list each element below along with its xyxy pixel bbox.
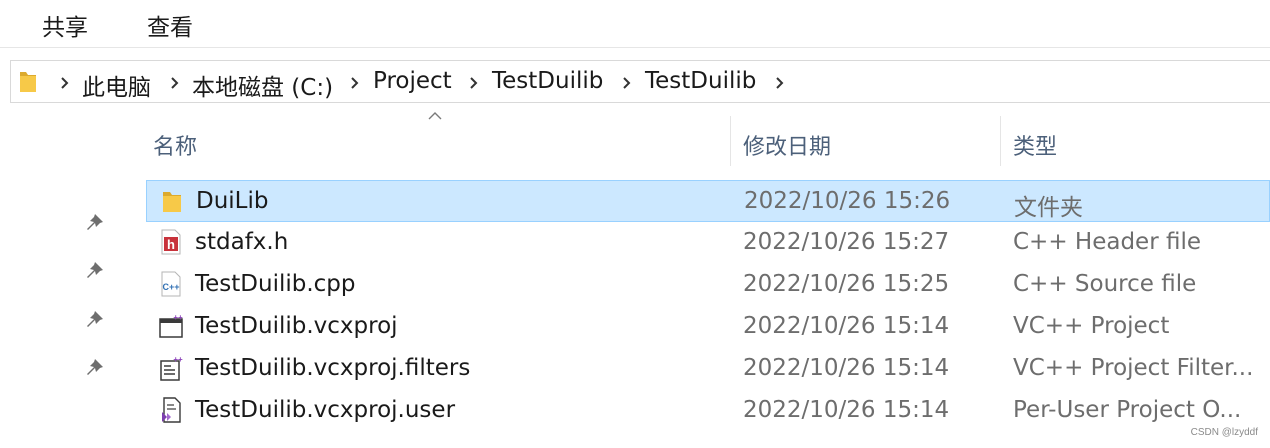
file-row-testduilib-vcxproj-filters[interactable]: ++ TestDuilib.vcxproj.filters 2022/10/26… xyxy=(146,348,1270,390)
breadcrumb-testduilib-parent[interactable]: TestDuilib xyxy=(492,68,603,94)
chevron-right-icon[interactable] xyxy=(622,76,631,90)
file-name: TestDuilib.vcxproj xyxy=(195,313,398,339)
pin-icon[interactable] xyxy=(84,209,106,231)
file-name: stdafx.h xyxy=(195,229,289,255)
file-name: TestDuilib.vcxproj.user xyxy=(195,397,456,423)
filters-file-icon: ++ xyxy=(160,355,183,381)
file-type: C++ Header file xyxy=(1013,229,1201,255)
file-row-testduilib-cpp[interactable]: C++ TestDuilib.cpp 2022/10/26 15:25 C++ … xyxy=(146,264,1270,306)
column-header-date[interactable]: 修改日期 xyxy=(743,129,831,161)
file-name: DuiLib xyxy=(196,188,269,214)
file-date: 2022/10/26 15:14 xyxy=(743,355,950,381)
sort-ascending-icon xyxy=(428,112,442,120)
address-bar[interactable]: 此电脑 本地磁盘 (C:) Project TestDuilib TestDui… xyxy=(10,60,1270,103)
breadcrumb-project[interactable]: Project xyxy=(373,68,452,94)
column-header-name[interactable]: 名称 xyxy=(153,129,197,161)
pin-icon[interactable] xyxy=(84,354,106,376)
column-divider[interactable] xyxy=(1000,116,1001,166)
file-type: C++ Source file xyxy=(1013,271,1197,297)
ribbon-tab-share[interactable]: 共享 xyxy=(42,8,88,42)
file-date: 2022/10/26 15:25 xyxy=(743,271,950,297)
svg-text:C++: C++ xyxy=(162,282,179,292)
chevron-right-icon[interactable] xyxy=(60,76,69,90)
pin-icon[interactable] xyxy=(84,257,106,279)
breadcrumb-local-disk[interactable]: 本地磁盘 (C:) xyxy=(192,68,333,102)
vcxproj-file-icon: ++ xyxy=(159,313,183,338)
file-row-stdafx-h[interactable]: h stdafx.h 2022/10/26 15:27 C++ Header f… xyxy=(146,222,1270,264)
breadcrumb-this-pc[interactable]: 此电脑 xyxy=(82,68,151,102)
svg-text:++: ++ xyxy=(173,313,183,322)
file-name: TestDuilib.cpp xyxy=(195,271,356,297)
folder-icon xyxy=(20,72,36,92)
folder-icon xyxy=(163,192,181,212)
breadcrumb-testduilib-current[interactable]: TestDuilib xyxy=(645,68,756,94)
chevron-right-icon[interactable] xyxy=(469,76,478,90)
file-row-duilib[interactable]: DuiLib 2022/10/26 15:26 文件夹 xyxy=(146,180,1270,222)
ribbon-divider xyxy=(0,47,1270,48)
file-date: 2022/10/26 15:14 xyxy=(743,397,950,423)
pin-icon[interactable] xyxy=(84,306,106,328)
file-type: Per-User Project O... xyxy=(1013,397,1242,423)
file-date: 2022/10/26 15:27 xyxy=(743,229,950,255)
ribbon-tab-view[interactable]: 查看 xyxy=(147,8,193,42)
file-type: 文件夹 xyxy=(1014,195,1083,221)
user-file-icon xyxy=(162,397,181,423)
chevron-right-icon[interactable] xyxy=(170,76,179,90)
file-type: VC++ Project Filter... xyxy=(1013,355,1254,381)
file-name: TestDuilib.vcxproj.filters xyxy=(195,355,471,381)
header-file-icon: h xyxy=(161,229,181,255)
chevron-right-icon[interactable] xyxy=(350,76,359,90)
file-date: 2022/10/26 15:26 xyxy=(744,188,951,214)
column-header-type[interactable]: 类型 xyxy=(1013,129,1057,161)
svg-text:h: h xyxy=(167,237,175,252)
chevron-right-icon[interactable] xyxy=(775,76,784,90)
file-row-testduilib-vcxproj[interactable]: ++ TestDuilib.vcxproj 2022/10/26 15:14 V… xyxy=(146,306,1270,348)
watermark: CSDN @lzyddf xyxy=(1190,427,1258,438)
column-divider[interactable] xyxy=(730,116,731,166)
file-type: VC++ Project xyxy=(1013,313,1170,339)
ribbon: 共享 查看 xyxy=(0,0,1270,48)
file-row-testduilib-vcxproj-user[interactable]: TestDuilib.vcxproj.user 2022/10/26 15:14… xyxy=(146,390,1270,432)
file-date: 2022/10/26 15:14 xyxy=(743,313,950,339)
cpp-file-icon: C++ xyxy=(161,271,181,297)
svg-text:++: ++ xyxy=(173,355,183,364)
